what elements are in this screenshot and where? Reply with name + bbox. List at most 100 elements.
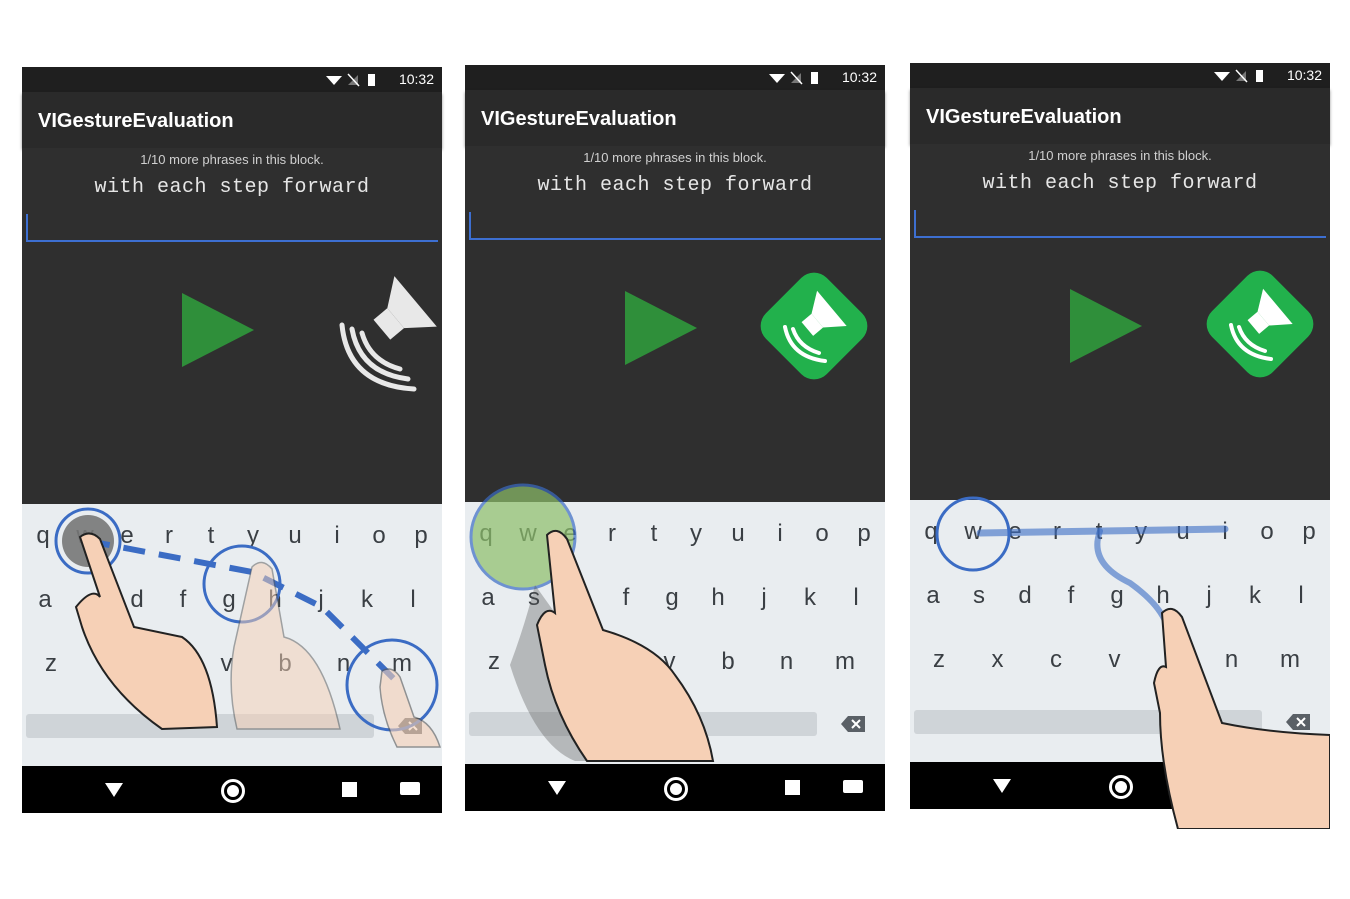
- key-s[interactable]: s: [513, 578, 555, 618]
- space-bar[interactable]: [26, 714, 374, 738]
- key-o[interactable]: o: [1246, 512, 1288, 552]
- text-input[interactable]: [469, 238, 881, 240]
- key-l[interactable]: l: [1280, 576, 1322, 616]
- key-k[interactable]: k: [789, 578, 831, 618]
- key-c[interactable]: c: [590, 642, 632, 682]
- keyboard-icon[interactable]: [1288, 778, 1308, 791]
- play-icon[interactable]: [1070, 289, 1142, 363]
- key-j[interactable]: j: [743, 578, 785, 618]
- space-bar[interactable]: [914, 710, 1262, 734]
- key-t[interactable]: t: [633, 514, 675, 554]
- key-q[interactable]: q: [22, 516, 64, 556]
- key-f[interactable]: f: [605, 578, 647, 618]
- key-b[interactable]: b: [707, 642, 749, 682]
- key-t[interactable]: t: [190, 516, 232, 556]
- key-j[interactable]: j: [1188, 576, 1230, 616]
- key-u[interactable]: u: [717, 514, 759, 554]
- text-input[interactable]: [26, 240, 438, 242]
- key-x[interactable]: x: [532, 642, 574, 682]
- key-l[interactable]: l: [392, 580, 434, 620]
- key-w[interactable]: w: [64, 516, 106, 556]
- home-circle-icon[interactable]: [1109, 775, 1133, 799]
- key-j[interactable]: j: [300, 580, 342, 620]
- key-r[interactable]: r: [1036, 512, 1078, 552]
- key-a[interactable]: a: [24, 580, 66, 620]
- key-p[interactable]: p: [1288, 512, 1330, 552]
- back-triangle-icon[interactable]: [993, 779, 1011, 793]
- key-d[interactable]: d: [1004, 576, 1046, 616]
- key-n[interactable]: n: [1211, 640, 1253, 680]
- speaker-icon[interactable]: [1195, 259, 1325, 389]
- key-y[interactable]: y: [232, 516, 274, 556]
- key-o[interactable]: o: [801, 514, 843, 554]
- back-triangle-icon[interactable]: [548, 781, 566, 795]
- key-e[interactable]: e: [994, 512, 1036, 552]
- key-g[interactable]: g: [1096, 576, 1138, 616]
- key-h[interactable]: h: [1142, 576, 1184, 616]
- key-n[interactable]: n: [323, 644, 365, 684]
- key-e[interactable]: e: [106, 516, 148, 556]
- recent-apps-icon[interactable]: [1230, 778, 1245, 793]
- play-icon[interactable]: [182, 293, 254, 367]
- key-q[interactable]: q: [465, 514, 507, 554]
- key-h[interactable]: h: [697, 578, 739, 618]
- key-f[interactable]: f: [162, 580, 204, 620]
- key-i[interactable]: i: [759, 514, 801, 554]
- key-f[interactable]: f: [1050, 576, 1092, 616]
- key-y[interactable]: y: [1120, 512, 1162, 552]
- home-circle-icon[interactable]: [221, 779, 245, 803]
- key-p[interactable]: p: [843, 514, 885, 554]
- key-x[interactable]: x: [977, 640, 1019, 680]
- key-a[interactable]: a: [467, 578, 509, 618]
- keyboard-icon[interactable]: [843, 780, 863, 793]
- key-e[interactable]: e: [549, 514, 591, 554]
- play-icon[interactable]: [625, 291, 697, 365]
- key-v[interactable]: v: [206, 644, 248, 684]
- backspace-icon[interactable]: [1285, 713, 1311, 731]
- backspace-icon[interactable]: [840, 715, 866, 733]
- key-k[interactable]: k: [1234, 576, 1276, 616]
- key-a[interactable]: a: [912, 576, 954, 616]
- key-b[interactable]: b: [1152, 640, 1194, 680]
- key-u[interactable]: u: [1162, 512, 1204, 552]
- key-c[interactable]: c: [1035, 640, 1077, 680]
- key-t[interactable]: t: [1078, 512, 1120, 552]
- key-k[interactable]: k: [346, 580, 388, 620]
- speaker-icon[interactable]: [749, 261, 879, 391]
- recent-apps-icon[interactable]: [342, 782, 357, 797]
- key-i[interactable]: i: [316, 516, 358, 556]
- key-z[interactable]: z: [30, 644, 72, 684]
- key-d[interactable]: d: [116, 580, 158, 620]
- key-l[interactable]: l: [835, 578, 877, 618]
- key-w[interactable]: w: [952, 512, 994, 552]
- backspace-icon[interactable]: [397, 717, 423, 735]
- space-bar[interactable]: [469, 712, 817, 736]
- keyboard-icon[interactable]: [400, 782, 420, 795]
- key-n[interactable]: n: [766, 642, 808, 682]
- key-w[interactable]: w: [507, 514, 549, 554]
- home-circle-icon[interactable]: [664, 777, 688, 801]
- text-input[interactable]: [914, 236, 1326, 238]
- key-g[interactable]: g: [208, 580, 250, 620]
- key-m[interactable]: m: [1269, 640, 1311, 680]
- key-u[interactable]: u: [274, 516, 316, 556]
- key-b[interactable]: b: [264, 644, 306, 684]
- key-p[interactable]: p: [400, 516, 442, 556]
- key-s[interactable]: s: [958, 576, 1000, 616]
- key-s[interactable]: s: [70, 580, 112, 620]
- key-y[interactable]: y: [675, 514, 717, 554]
- key-v[interactable]: v: [1094, 640, 1136, 680]
- key-h[interactable]: h: [254, 580, 296, 620]
- key-d[interactable]: d: [559, 578, 601, 618]
- key-r[interactable]: r: [148, 516, 190, 556]
- key-c[interactable]: c: [147, 644, 189, 684]
- key-z[interactable]: z: [918, 640, 960, 680]
- key-x[interactable]: x: [89, 644, 131, 684]
- key-v[interactable]: v: [649, 642, 691, 682]
- key-i[interactable]: i: [1204, 512, 1246, 552]
- key-m[interactable]: m: [824, 642, 866, 682]
- recent-apps-icon[interactable]: [785, 780, 800, 795]
- key-o[interactable]: o: [358, 516, 400, 556]
- speaker-icon[interactable]: [322, 263, 452, 393]
- key-q[interactable]: q: [910, 512, 952, 552]
